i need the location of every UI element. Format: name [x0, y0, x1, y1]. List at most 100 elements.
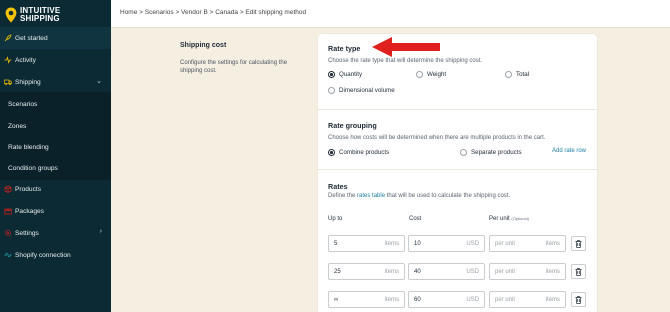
sidebar-item-shipping[interactable]: Shipping ⌄ [0, 71, 111, 93]
box-icon [4, 185, 12, 193]
delete-row-button[interactable] [571, 236, 586, 251]
radio-checked[interactable] [328, 71, 335, 78]
radio-unchecked[interactable] [328, 87, 335, 94]
sidebar-item-label: Zones [8, 122, 27, 130]
rate-grouping-option-combine[interactable]: Combine products [328, 149, 389, 156]
cost-value: 60 [414, 296, 421, 303]
radio-unchecked[interactable] [505, 71, 512, 78]
per-unit-input[interactable]: per unit items [489, 263, 566, 280]
rate-grouping-title: Rate grouping [328, 121, 377, 130]
rate-type-option-weight[interactable]: Weight [416, 71, 446, 78]
per-unit-label: Per unit [489, 216, 510, 222]
rate-type-option-dimensional-volume[interactable]: Dimensional volume [328, 87, 395, 94]
up-to-input[interactable]: 25 items [328, 263, 405, 280]
annotation-arrow-icon [372, 37, 440, 57]
gear-icon [4, 229, 12, 237]
radio-checked[interactable] [328, 149, 335, 156]
sidebar-item-shopify-connection[interactable]: Shopify connection [0, 244, 111, 266]
unit-suffix: items [545, 240, 560, 247]
sidebar: INTUITIVE SHIPPING Get started Activity … [0, 0, 111, 312]
rate-type-title: Rate type [328, 44, 361, 53]
per-unit-placeholder: per unit [495, 268, 516, 275]
cost-value: 40 [414, 268, 421, 275]
top-bar: Home > Scenarios > Vendor B > Canada > E… [111, 0, 670, 28]
cost-input[interactable]: 60 USD [408, 291, 485, 308]
unit-suffix: items [384, 240, 399, 247]
radio-label: Total [516, 71, 530, 78]
up-to-value: ∞ [334, 296, 339, 303]
rates-title: Rates [328, 182, 348, 191]
package-icon [4, 207, 12, 215]
unit-suffix: items [384, 268, 399, 275]
currency-suffix: USD [466, 268, 479, 275]
app-logo[interactable]: INTUITIVE SHIPPING [5, 4, 60, 26]
per-unit-input[interactable]: per unit items [489, 291, 566, 308]
trash-icon [575, 295, 582, 304]
up-to-value: 5 [334, 240, 338, 247]
radio-label: Combine products [339, 149, 390, 156]
chevron-right-icon: › [99, 228, 102, 235]
delete-row-button[interactable] [571, 264, 586, 279]
sidebar-item-packages[interactable]: Packages [0, 200, 111, 222]
rate-type-description: Choose the rate type that will determine… [328, 58, 483, 64]
sidebar-item-zones[interactable]: Zones [0, 115, 111, 137]
rates-table-link[interactable]: rates table [357, 193, 385, 199]
sidebar-item-activity[interactable]: Activity [0, 49, 111, 71]
sidebar-item-products[interactable]: Products [0, 178, 111, 200]
up-to-input[interactable]: ∞ items [328, 291, 405, 308]
sidebar-item-label: Shopify connection [15, 251, 71, 259]
sidebar-item-condition-groups[interactable]: Condition groups [0, 157, 111, 179]
currency-suffix: USD [466, 296, 479, 303]
delete-row-button[interactable] [571, 292, 586, 307]
sidebar-item-label: Shipping [15, 78, 41, 86]
rocket-icon [4, 34, 12, 42]
sidebar-item-label: Scenarios [8, 100, 38, 108]
radio-unchecked[interactable] [460, 149, 467, 156]
optional-label: (Optional) [511, 216, 529, 221]
cost-input[interactable]: 10 USD [408, 235, 485, 252]
rate-grouping-option-separate[interactable]: Separate products [460, 149, 522, 156]
sidebar-item-label: Activity [15, 56, 36, 64]
sidebar-item-label: Settings [15, 229, 39, 237]
currency-suffix: USD [466, 240, 479, 247]
cost-input[interactable]: 40 USD [408, 263, 485, 280]
unit-suffix: items [384, 296, 399, 303]
radio-label: Separate products [471, 149, 522, 156]
trash-icon [575, 267, 582, 276]
per-unit-placeholder: per unit [495, 296, 516, 303]
add-rate-row-link[interactable]: Add rate row [552, 148, 586, 154]
rate-type-option-quantity[interactable]: Quantity [328, 71, 362, 78]
radio-label: Dimensional volume [339, 87, 395, 94]
sidebar-item-rate-blending[interactable]: Rate blending [0, 136, 111, 158]
radio-unchecked[interactable] [416, 71, 423, 78]
chevron-down-icon: ⌄ [96, 78, 102, 85]
rates-description-pre: Define the [328, 193, 358, 199]
sidebar-item-label: Packages [15, 207, 44, 215]
sidebar-item-get-started[interactable]: Get started [0, 27, 111, 49]
rate-type-option-total[interactable]: Total [505, 71, 529, 78]
sidebar-item-scenarios[interactable]: Scenarios [0, 93, 111, 115]
column-header-cost: Cost [409, 216, 422, 222]
unit-suffix: items [545, 296, 560, 303]
link-icon [4, 251, 12, 259]
radio-label: Quantity [339, 71, 363, 78]
activity-icon [4, 56, 12, 64]
column-header-up-to: Up to [328, 216, 343, 222]
rate-grouping-description: Choose how costs will be determined when… [328, 135, 546, 141]
shipping-cost-description: Configure the settings for calculating t… [180, 60, 288, 75]
trash-icon [575, 239, 582, 248]
per-unit-placeholder: per unit [495, 240, 516, 247]
divider [318, 169, 597, 170]
sidebar-item-label: Condition groups [8, 164, 58, 172]
unit-suffix: items [545, 268, 560, 275]
per-unit-input[interactable]: per unit items [489, 235, 566, 252]
breadcrumb[interactable]: Home > Scenarios > Vendor B > Canada > E… [120, 9, 306, 16]
up-to-input[interactable]: 5 items [328, 235, 405, 252]
divider [318, 109, 597, 110]
location-pin-icon [5, 7, 17, 23]
cost-value: 10 [414, 240, 421, 247]
rates-description: Define the rates table that will be used… [328, 193, 510, 199]
sidebar-item-settings[interactable]: Settings › [0, 222, 111, 244]
sidebar-item-label: Products [15, 185, 42, 193]
rates-description-post: that will be used to calculate the shipp… [385, 193, 511, 199]
